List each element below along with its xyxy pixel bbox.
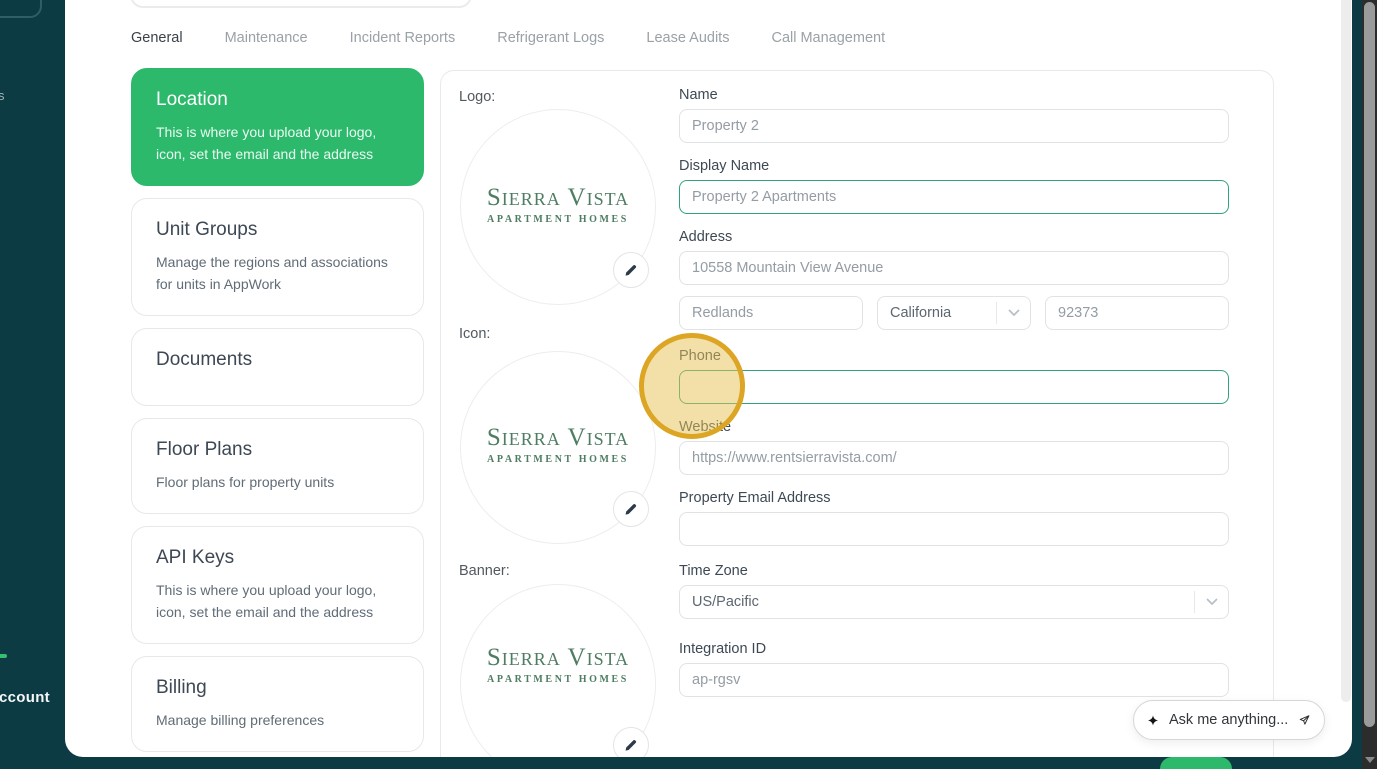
integration-id-field[interactable] — [679, 663, 1229, 697]
edit-banner-button[interactable] — [613, 727, 649, 757]
integration-id-label: Integration ID — [679, 641, 767, 657]
address-label: Address — [679, 229, 733, 245]
display-name-field[interactable] — [679, 180, 1229, 214]
website-field[interactable] — [679, 441, 1229, 475]
inner-scrollbar-track[interactable] — [1341, 0, 1351, 702]
nav-card-subtitle: This is where you upload your logo, icon… — [156, 124, 377, 162]
logo-label: Logo: — [459, 89, 496, 105]
tab-lease-audits[interactable]: Lease Audits — [646, 30, 729, 46]
display-name-label: Display Name — [679, 158, 770, 174]
phone-field[interactable] — [679, 370, 1229, 404]
tab-maintenance[interactable]: Maintenance — [225, 30, 308, 46]
browser-scrollbar-track[interactable] — [1362, 0, 1377, 769]
edit-icon-button[interactable] — [613, 491, 649, 527]
nav-card-unit-groups[interactable]: Unit Groups Manage the regions and assoc… — [131, 198, 424, 316]
pencil-icon — [625, 740, 637, 751]
tab-refrigerant-logs[interactable]: Refrigerant Logs — [497, 30, 604, 46]
nav-card-billing[interactable]: Billing Manage billing preferences — [131, 656, 424, 752]
sierra-vista-logo: Sierra Vista APARTMENT HOMES — [486, 643, 630, 685]
nav-card-subtitle: This is where you upload your logo, icon… — [156, 582, 377, 620]
sidebar-item-account[interactable]: ccount — [0, 689, 50, 706]
property-email-field[interactable] — [679, 512, 1229, 546]
timezone-select[interactable]: US/Pacific — [679, 585, 1229, 619]
sparkle-icon — [1147, 714, 1159, 726]
state-select[interactable]: California — [877, 296, 1031, 330]
pencil-icon — [625, 504, 637, 515]
nav-card-floor-plans[interactable]: Floor Plans Floor plans for property uni… — [131, 418, 424, 514]
zip-field[interactable] — [1045, 296, 1229, 330]
chevron-down-icon — [996, 302, 1030, 324]
property-email-label: Property Email Address — [679, 490, 831, 506]
tab-call-management[interactable]: Call Management — [771, 30, 885, 46]
ask-ai-placeholder: Ask me anything... — [1169, 712, 1289, 728]
nav-card-subtitle: Manage billing preferences — [156, 712, 325, 728]
settings-nav-list: Location This is where you upload your l… — [131, 68, 424, 752]
scroll-down-arrow-icon[interactable] — [1365, 757, 1375, 763]
website-label: Website — [679, 419, 732, 435]
app-window: s ccount General Maintenance Incident Re… — [0, 0, 1377, 769]
ask-ai-input[interactable]: Ask me anything... — [1133, 700, 1325, 740]
icon-label: Icon: — [459, 326, 491, 342]
icon-image: Sierra Vista APARTMENT HOMES — [460, 351, 656, 544]
main-content-panel: General Maintenance Incident Reports Ref… — [65, 0, 1352, 757]
send-icon[interactable] — [1298, 711, 1311, 729]
tab-incident-reports[interactable]: Incident Reports — [350, 30, 456, 46]
pencil-icon — [625, 265, 637, 276]
nav-card-subtitle: Floor plans for property units — [156, 474, 335, 490]
sidebar-logo-outline — [0, 0, 42, 18]
name-field[interactable] — [679, 109, 1229, 143]
save-button[interactable] — [1160, 757, 1232, 769]
logo-image: Sierra Vista APARTMENT HOMES — [460, 109, 656, 305]
tab-general[interactable]: General — [131, 30, 183, 46]
nav-card-api-keys[interactable]: API Keys This is where you upload your l… — [131, 526, 424, 644]
edit-logo-button[interactable] — [613, 252, 649, 288]
city-field[interactable] — [679, 296, 863, 330]
nav-card-title: Floor Plans — [156, 439, 253, 460]
location-settings-form: Logo: Sierra Vista APARTMENT HOMES Icon:… — [440, 70, 1274, 757]
name-label: Name — [679, 87, 718, 103]
settings-tab-bar: General Maintenance Incident Reports Ref… — [131, 30, 885, 46]
sidebar-partial-label: s — [0, 88, 5, 103]
phone-label: Phone — [679, 348, 721, 364]
sidebar-partial-green-text — [0, 654, 7, 658]
address-field[interactable] — [679, 251, 1229, 285]
search-input[interactable] — [130, 0, 472, 8]
sierra-vista-logo: Sierra Vista APARTMENT HOMES — [486, 183, 630, 225]
browser-scrollbar-thumb[interactable] — [1364, 2, 1375, 727]
nav-card-title: API Keys — [156, 547, 235, 568]
timezone-label: Time Zone — [679, 563, 748, 579]
chevron-down-icon — [1194, 591, 1228, 613]
nav-card-subtitle: Manage the regions and associations for … — [156, 254, 388, 292]
nav-card-title: Unit Groups — [156, 219, 258, 240]
banner-label: Banner: — [459, 563, 510, 579]
nav-card-documents[interactable]: Documents — [131, 328, 424, 406]
nav-card-title: Billing — [156, 677, 207, 698]
nav-card-title: Location — [156, 89, 228, 110]
banner-image: Sierra Vista APARTMENT HOMES — [460, 584, 656, 757]
sierra-vista-logo: Sierra Vista APARTMENT HOMES — [486, 424, 630, 465]
nav-card-location[interactable]: Location This is where you upload your l… — [131, 68, 424, 186]
nav-card-title: Documents — [156, 349, 253, 370]
